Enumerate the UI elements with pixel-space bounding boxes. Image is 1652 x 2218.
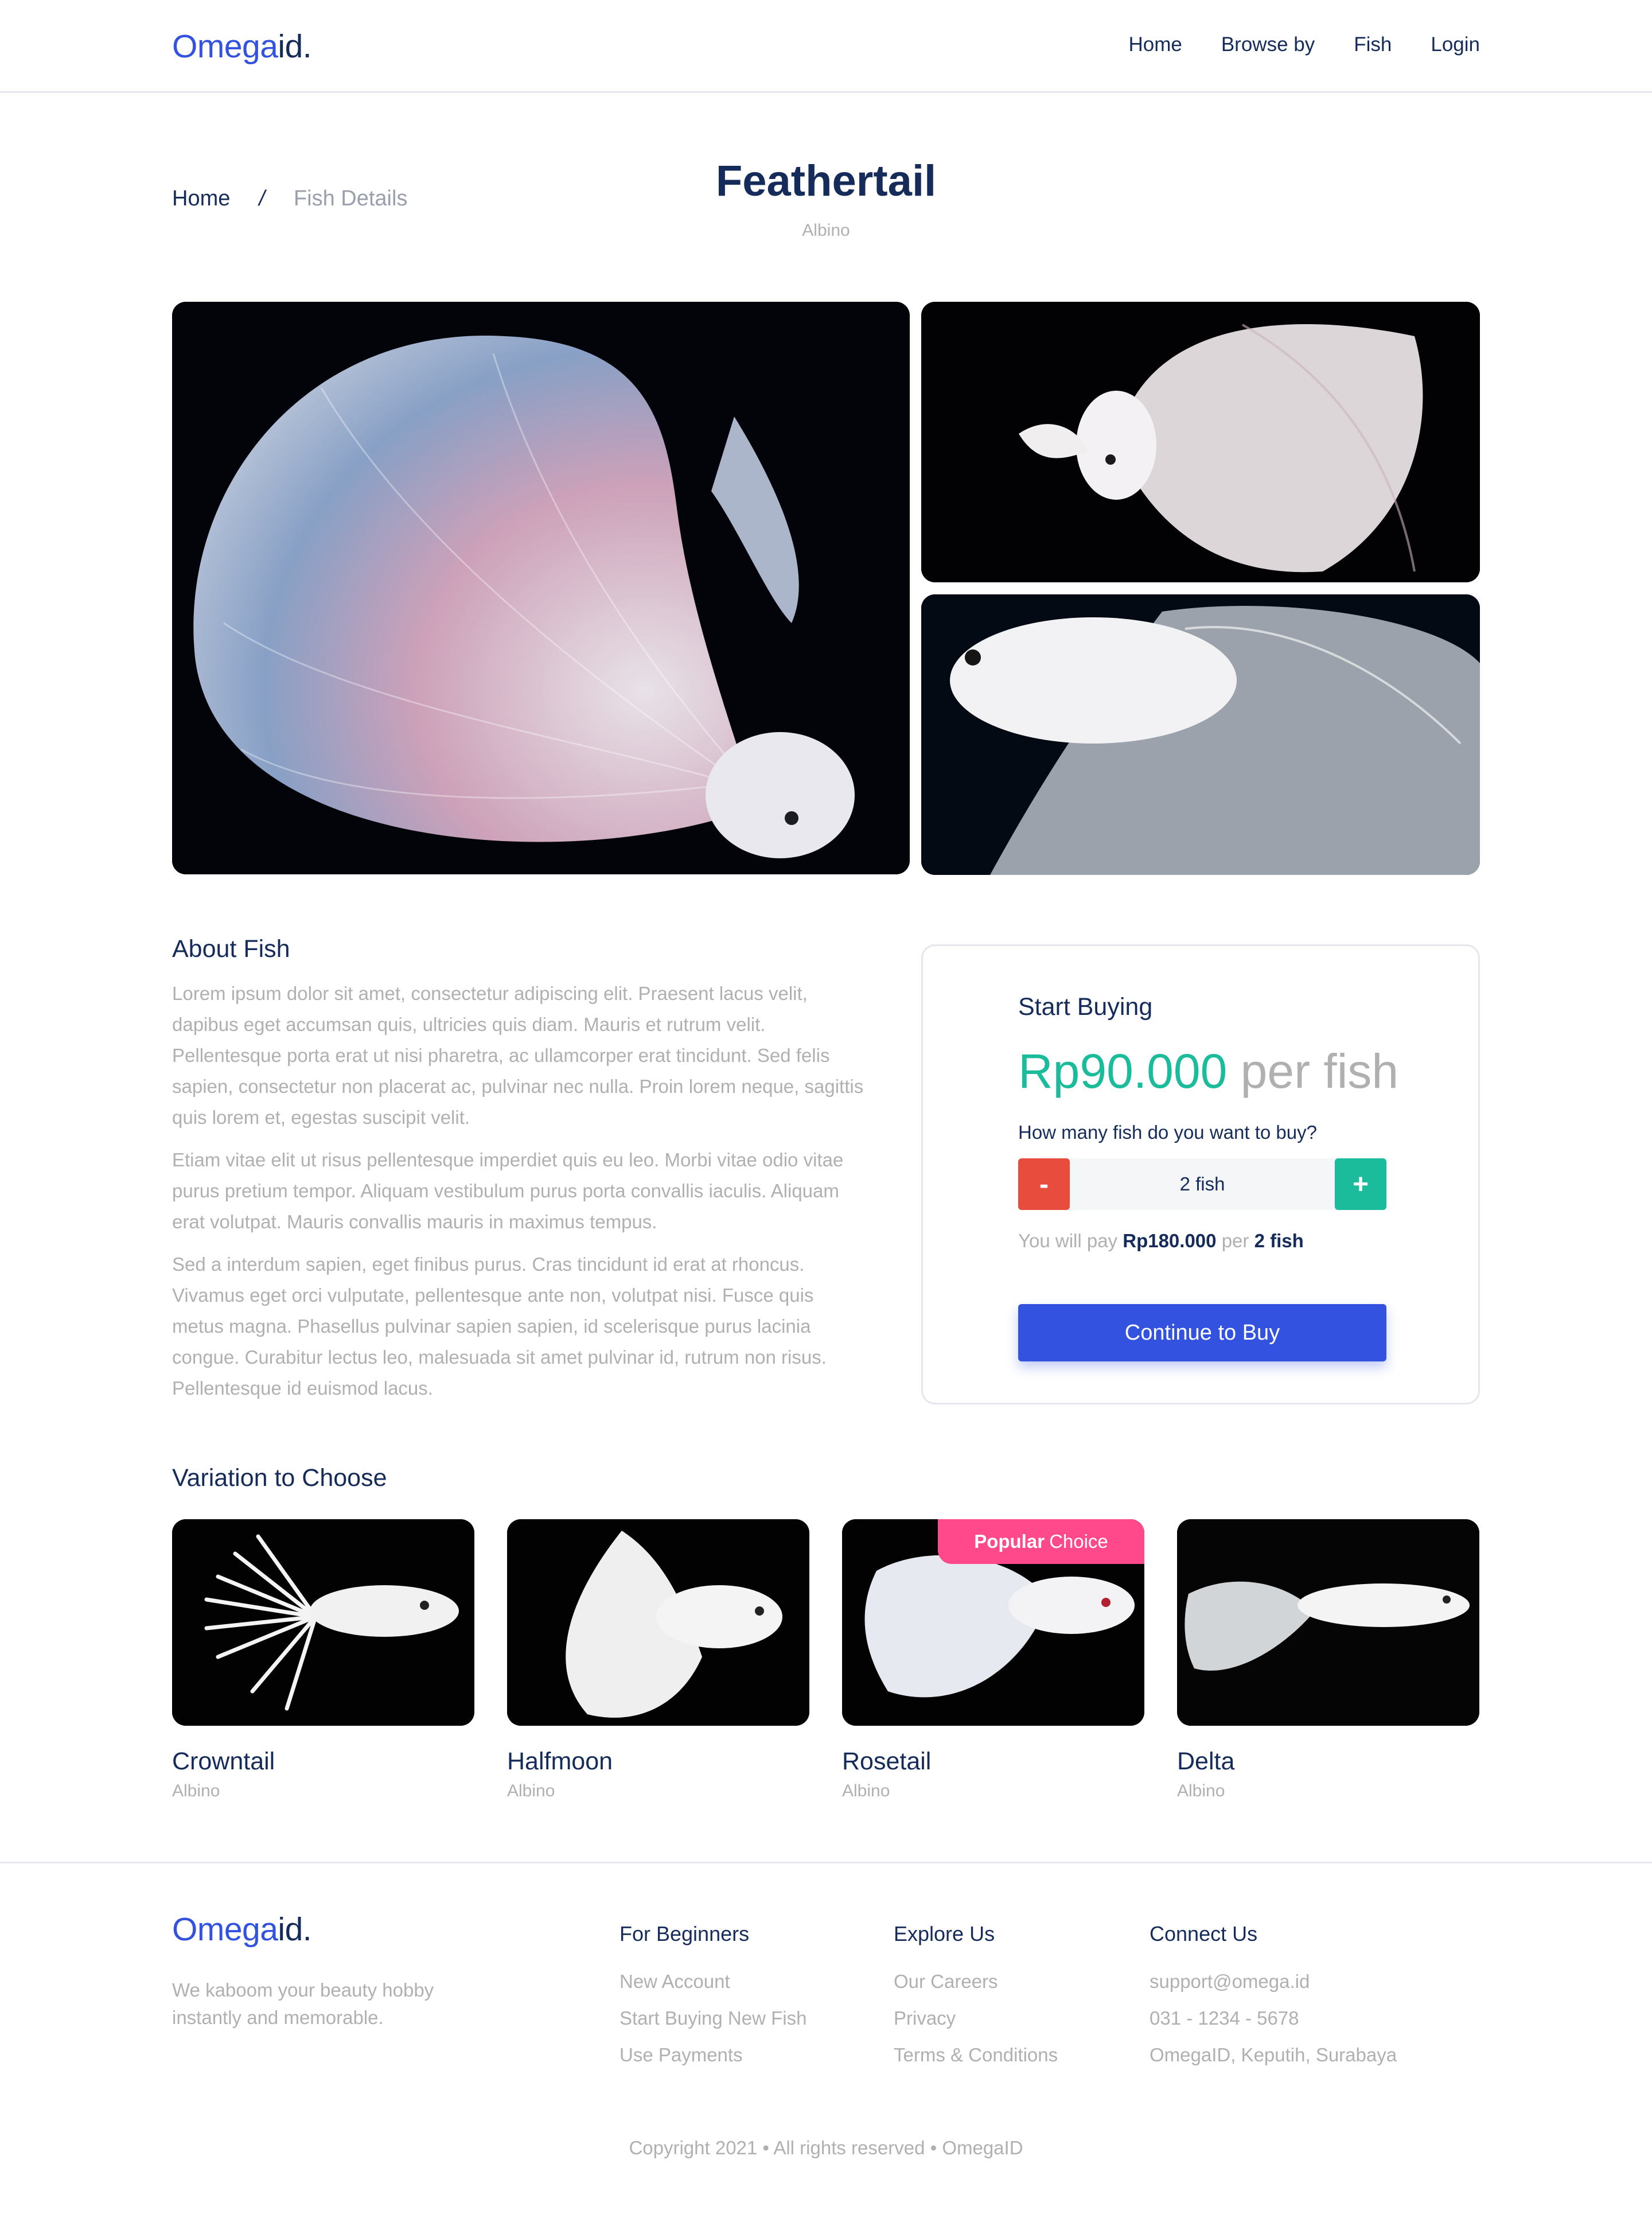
fish-image-bottom [921,594,1480,875]
footer-column-connect: Connect Us support@omega.id 031 - 1234 -… [1150,1922,1397,2073]
footer-logo[interactable]: Omegaid. [172,1910,312,1948]
badge-rest: Choice [1049,1531,1108,1552]
pay-summary: You will pay Rp180.000 per 2 fish [1018,1230,1304,1252]
footer-link[interactable]: New Account [620,1963,806,2000]
variation-image [1177,1519,1479,1726]
variation-type: Albino [842,1781,890,1800]
footer-column-beginners: For Beginners New Account Start Buying N… [620,1922,806,2073]
footer-link[interactable]: support@omega.id [1150,1963,1397,2000]
footer-column-title: For Beginners [620,1922,750,1945]
fish-image-top [921,302,1480,582]
pay-total: Rp180.000 [1123,1230,1217,1251]
about-paragraph: Sed a interdum sapien, eget finibus puru… [172,1254,827,1399]
pay-mid: per [1221,1230,1249,1251]
buy-card: Start Buying Rp90.000 per fish How many … [921,944,1480,1404]
footer-link[interactable]: Terms & Conditions [894,2037,1058,2073]
about-text: Lorem ipsum dolor sit amet, consectetur … [172,978,866,1415]
main-fish-image [172,302,910,874]
footer-link[interactable]: 031 - 1234 - 5678 [1150,2000,1397,2037]
footer-column-title: Connect Us [1150,1922,1258,1945]
variation-type: Albino [172,1781,220,1800]
footer-tagline: We kaboom your beauty hobby instantly an… [172,1979,434,2028]
increase-button[interactable]: + [1335,1158,1386,1210]
price-amount: Rp90.000 [1018,1044,1228,1098]
about-paragraph: Etiam vitae elit ut risus pellentesque i… [172,1149,844,1232]
brand-logo[interactable]: Omegaid. [172,28,312,65]
variation-image [507,1519,809,1726]
quantity-question: How many fish do you want to buy? [1018,1122,1317,1143]
footer-column-title: Explore Us [894,1922,995,1945]
logo-part-id: id. [278,28,312,65]
site-header: Omegaid. Home Browse by Fish Login [0,0,1652,93]
logo-part-id: id. [278,1911,312,1948]
continue-to-buy-button[interactable]: Continue to Buy [1018,1304,1386,1361]
badge-bold: Popular [974,1531,1045,1552]
nav-login[interactable]: Login [1431,33,1480,56]
footer-link[interactable]: Use Payments [620,2037,806,2073]
variation-card[interactable]: Halfmoon Albino [507,1519,809,1801]
variation-name: Halfmoon [507,1748,613,1775]
buy-heading: Start Buying [1018,993,1153,1021]
price: Rp90.000 per fish [1018,1044,1398,1099]
page-title: Feathertail [715,157,937,205]
logo-part-omega: Omega [172,28,278,65]
footer-column-explore: Explore Us Our Careers Privacy Terms & C… [894,1922,1058,2073]
quantity-value[interactable]: 2 fish [1070,1158,1335,1210]
main-nav: Home Browse by Fish Login [1128,33,1480,56]
variation-name: Delta [1177,1748,1235,1775]
footer-link[interactable]: OmegaID, Keputih, Surabaya [1150,2037,1397,2073]
variation-name: Rosetail [842,1748,932,1775]
price-unit: per fish [1240,1044,1399,1098]
variation-card[interactable]: Delta Albino [1177,1519,1479,1801]
decrease-button[interactable]: - [1018,1158,1070,1210]
variation-image [172,1519,474,1726]
footer-link[interactable]: Our Careers [894,1963,1058,2000]
page-subtitle: Albino [802,221,850,240]
about-paragraph: Lorem ipsum dolor sit amet, consectetur … [172,983,864,1128]
nav-fish[interactable]: Fish [1354,33,1392,56]
variation-type: Albino [507,1781,555,1800]
copyright: Copyright 2021 • All rights reserved • O… [629,2137,1023,2158]
variation-card[interactable]: Crowntail Albino [172,1519,474,1801]
about-heading: About Fish [172,935,290,963]
quantity-stepper: - 2 fish + [1018,1158,1386,1210]
footer-link[interactable]: Privacy [894,2000,1058,2037]
nav-browse-by[interactable]: Browse by [1221,33,1315,56]
pay-prefix: You will pay [1018,1230,1118,1251]
variation-type: Albino [1177,1781,1225,1800]
variation-name: Crowntail [172,1748,275,1775]
pay-quantity: 2 fish [1254,1230,1304,1251]
nav-home[interactable]: Home [1128,33,1182,56]
popular-choice-badge: Popular Choice [938,1519,1144,1564]
variation-card[interactable]: Popular Choice Rosetail Albino [842,1519,1144,1801]
footer-link[interactable]: Start Buying New Fish [620,2000,806,2037]
variations-heading: Variation to Choose [172,1464,387,1492]
logo-part-omega: Omega [172,1911,278,1948]
